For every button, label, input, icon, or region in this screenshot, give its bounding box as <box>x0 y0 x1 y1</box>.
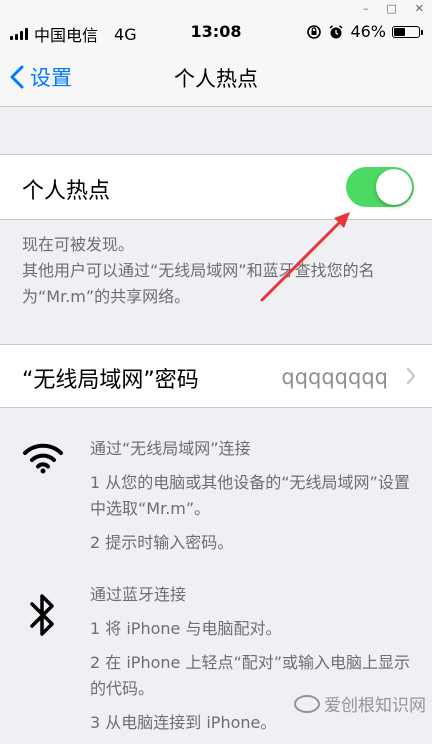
wifi-help-step-1: 1 从您的电脑或其他设备的“无线局域网”设置中选取“Mr.m”。 <box>90 473 410 518</box>
wifi-password-row[interactable]: “无线局域网”密码 qqqqqqqq <box>0 344 432 408</box>
bluetooth-help-title: 通过蓝牙连接 <box>90 585 187 604</box>
bluetooth-help-step-1: 1 将 iPhone 与电脑配对。 <box>90 619 282 638</box>
minimize-icon[interactable]: – <box>363 2 369 15</box>
maximize-icon[interactable]: □ <box>386 2 396 15</box>
battery-level <box>394 27 406 36</box>
alarm-icon <box>329 24 343 38</box>
page-title: 个人热点 <box>174 67 258 91</box>
window-controls: – □ ✕ <box>363 2 424 15</box>
wifi-help-text: 通过“无线局域网”连接 1 从您的电脑或其他设备的“无线局域网”设置中选取“Mr… <box>90 436 420 564</box>
hotspot-toggle[interactable] <box>346 167 414 207</box>
bluetooth-icon <box>30 594 54 636</box>
close-icon[interactable]: ✕ <box>415 2 424 15</box>
wifi-help-title: 通过“无线局域网”连接 <box>90 439 251 458</box>
watermark-text: 爱创根知识网 <box>324 696 426 716</box>
wifi-password-label: “无线局域网”密码 <box>22 368 199 393</box>
battery-percent: 46% <box>350 22 386 41</box>
toggle-knob <box>376 169 412 205</box>
chevron-right-icon <box>406 367 416 385</box>
battery-icon <box>392 25 423 38</box>
hotspot-label: 个人热点 <box>22 179 111 204</box>
watermark-logo-icon <box>294 694 320 713</box>
sharing-info-text: 其他用户可以通过“无线局域网”和蓝牙查找您的名为“Mr.m”的共享网络。 <box>22 261 375 306</box>
watermark: 爱创根知识网 <box>294 691 426 716</box>
rotation-lock-icon <box>307 24 322 39</box>
wifi-help-step-2: 2 提示时输入密码。 <box>90 533 234 552</box>
wifi-password-value: qqqqqqqq <box>281 365 388 389</box>
hotspot-toggle-row: 个人热点 <box>0 154 432 220</box>
status-indicators: 46% <box>306 22 423 41</box>
navigation-bar: 设置 个人热点 <box>0 46 432 107</box>
wifi-icon <box>23 443 63 474</box>
discoverable-text: 现在可被发现。 <box>22 235 135 254</box>
